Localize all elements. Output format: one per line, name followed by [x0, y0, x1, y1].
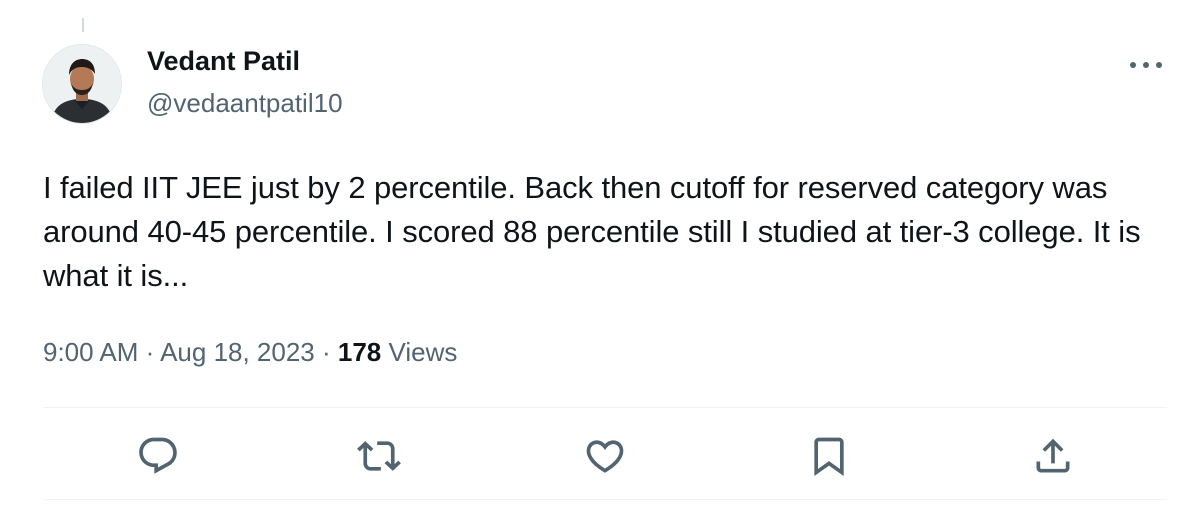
share-icon [1036, 438, 1070, 473]
meta-separator: · [314, 337, 338, 367]
bookmark-button[interactable] [803, 430, 855, 482]
tweet-time[interactable]: 9:00 AM [43, 337, 138, 367]
tweet-card: Vedant Patil @vedaantpatil10 I failed II… [0, 0, 1200, 515]
thread-line [82, 18, 84, 32]
reply-button[interactable] [132, 430, 184, 482]
meta-separator: · [138, 337, 161, 367]
retweet-icon [357, 441, 401, 471]
more-dots-icon [1130, 62, 1162, 68]
heart-icon [586, 440, 624, 473]
like-button[interactable] [579, 430, 631, 482]
retweet-button[interactable] [353, 430, 405, 482]
tweet-date[interactable]: Aug 18, 2023 [160, 337, 315, 367]
display-name[interactable]: Vedant Patil [147, 46, 300, 77]
bookmark-icon [814, 437, 844, 477]
tweet-meta: 9:00 AM · Aug 18, 2023 · 178 Views [43, 337, 457, 368]
views-count: 178 [337, 337, 382, 367]
views-label: Views [388, 337, 458, 367]
divider [43, 499, 1167, 500]
divider [43, 407, 1167, 408]
reply-icon [139, 437, 177, 474]
action-bar [0, 430, 1200, 482]
user-handle[interactable]: @vedaantpatil10 [147, 88, 343, 119]
avatar-image [43, 45, 121, 123]
more-options-button[interactable] [1124, 50, 1168, 80]
avatar[interactable] [42, 44, 122, 124]
tweet-text: I failed IIT JEE just by 2 percentile. B… [43, 170, 1141, 293]
share-button[interactable] [1027, 430, 1079, 482]
